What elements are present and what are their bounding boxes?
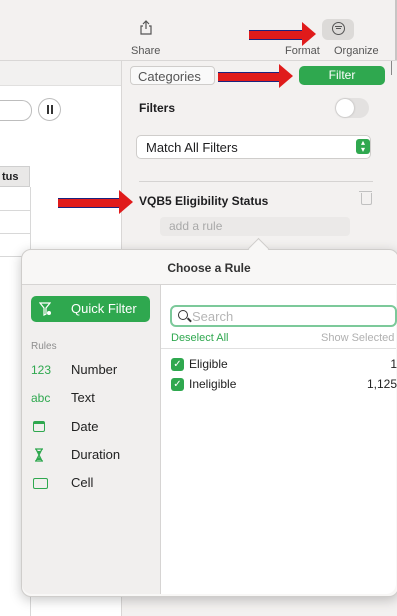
funnel-icon bbox=[39, 302, 51, 316]
search-icon bbox=[178, 310, 188, 320]
organize-icon bbox=[332, 22, 345, 35]
sheet-input-field[interactable] bbox=[0, 100, 32, 121]
filters-title: Filters bbox=[139, 101, 176, 115]
hourglass-icon bbox=[35, 448, 43, 462]
organize-button[interactable] bbox=[322, 19, 354, 40]
rule-number[interactable]: 123 Number bbox=[31, 362, 117, 382]
rule-label: Cell bbox=[71, 475, 94, 490]
value-name: Eligible bbox=[189, 357, 228, 371]
value-name: Ineligible bbox=[189, 377, 237, 391]
quick-filter-label: Quick Filter bbox=[71, 301, 137, 316]
pause-icon[interactable] bbox=[38, 98, 61, 121]
quick-filter-button[interactable]: Quick Filter bbox=[31, 296, 150, 322]
divider bbox=[161, 348, 396, 349]
checkbox-ineligible[interactable]: ✓ bbox=[171, 378, 184, 391]
value-count: 1 bbox=[390, 357, 397, 371]
annotation-arrow-organize bbox=[249, 22, 316, 46]
filter-column-title: VQB5 Eligibility Status bbox=[139, 194, 269, 208]
tab-filter[interactable]: Filter bbox=[299, 66, 385, 85]
rule-label: Number bbox=[71, 362, 118, 377]
trash-icon[interactable] bbox=[359, 191, 372, 205]
list-item[interactable]: ✓ Eligible 1 bbox=[171, 357, 397, 373]
grid-line bbox=[0, 210, 31, 211]
rule-label: Duration bbox=[71, 447, 121, 462]
tab-categories[interactable]: Categories bbox=[130, 66, 215, 85]
sheet-tab-strip bbox=[0, 61, 121, 86]
annotation-arrow-filter bbox=[218, 64, 293, 88]
chevron-updown-icon[interactable]: ▴ ▾ bbox=[356, 139, 370, 154]
match-filters-select[interactable]: Match All Filters bbox=[136, 135, 371, 159]
column-header[interactable]: tus bbox=[0, 166, 30, 187]
deselect-all-button[interactable]: Deselect All bbox=[171, 332, 228, 344]
organize-label[interactable]: Organize bbox=[334, 45, 379, 57]
panel-edge-handle bbox=[391, 61, 397, 75]
annotation-arrow-column bbox=[58, 190, 133, 214]
rule-text[interactable]: abc Text bbox=[31, 390, 95, 410]
rules-heading: Rules bbox=[31, 341, 57, 352]
search-box[interactable] bbox=[170, 305, 397, 327]
rule-sidebar bbox=[22, 285, 160, 594]
calendar-icon bbox=[33, 421, 45, 432]
checkbox-eligible[interactable]: ✓ bbox=[171, 358, 184, 371]
text-icon: abc bbox=[31, 391, 51, 405]
rule-label: Date bbox=[71, 419, 99, 434]
popover-title: Choose a Rule bbox=[167, 261, 251, 275]
filters-toggle[interactable] bbox=[335, 98, 369, 118]
show-selected-button[interactable]: Show Selected bbox=[321, 332, 394, 344]
list-item[interactable]: ✓ Ineligible 1,125 bbox=[171, 377, 397, 393]
divider bbox=[139, 181, 373, 182]
value-count: 1,125 bbox=[366, 377, 397, 391]
grid-line bbox=[0, 233, 31, 234]
rule-label: Text bbox=[71, 390, 95, 405]
search-input[interactable] bbox=[192, 308, 392, 324]
format-button[interactable]: Format bbox=[285, 45, 320, 57]
number-icon: 123 bbox=[31, 363, 52, 377]
add-rule-field[interactable]: add a rule bbox=[160, 217, 350, 236]
cell-icon bbox=[33, 478, 48, 489]
share-button[interactable]: Share bbox=[131, 45, 160, 57]
share-icon[interactable] bbox=[140, 20, 152, 38]
